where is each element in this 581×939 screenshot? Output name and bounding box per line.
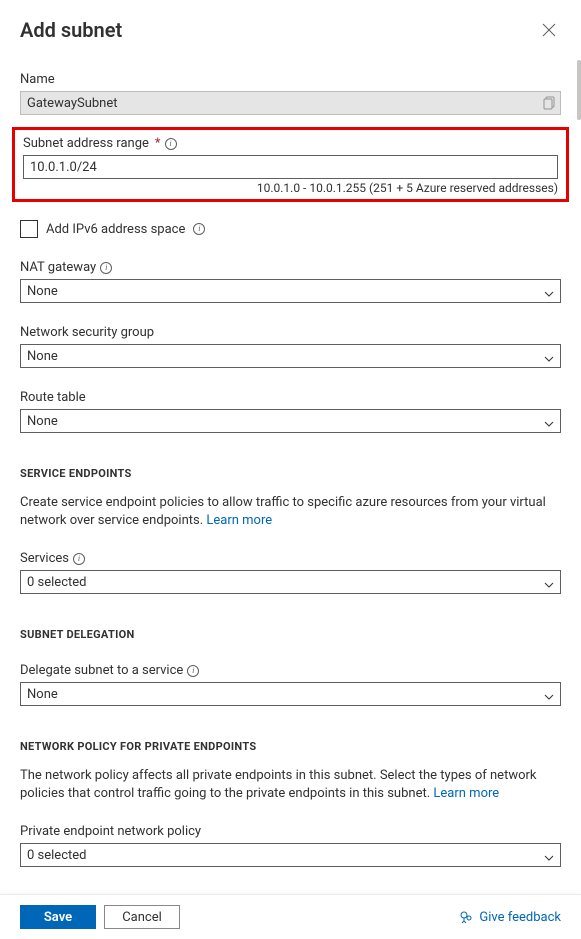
service-endpoints-title: SERVICE ENDPOINTS (20, 467, 561, 480)
chevron-down-icon (544, 850, 554, 860)
info-icon[interactable]: i (100, 262, 112, 274)
services-label: Services (20, 551, 69, 566)
services-select[interactable]: 0 selected (20, 570, 561, 594)
network-policy-description: The network policy affects all private e… (20, 767, 561, 802)
ipv6-checkbox[interactable] (20, 220, 38, 238)
chevron-down-icon (544, 689, 554, 699)
name-label: Name (20, 72, 561, 87)
route-table-label: Route table (20, 390, 561, 405)
info-icon[interactable]: i (193, 223, 205, 235)
route-table-select[interactable]: None (20, 409, 561, 433)
address-range-highlight: Subnet address range * i 10.0.1.0 - 10.0… (12, 127, 569, 202)
name-input (20, 91, 561, 115)
required-asterisk: * (155, 136, 161, 151)
info-icon[interactable]: i (73, 553, 85, 565)
address-range-label: Subnet address range (23, 136, 149, 151)
service-endpoints-text: Create service endpoint policies to allo… (20, 495, 546, 528)
save-button[interactable]: Save (20, 905, 96, 929)
learn-more-link[interactable]: Learn more (206, 513, 272, 528)
cancel-button[interactable]: Cancel (104, 905, 180, 929)
delegation-title: SUBNET DELEGATION (20, 628, 561, 641)
chevron-down-icon (544, 351, 554, 361)
services-value: 0 selected (27, 575, 86, 590)
nat-gateway-value: None (27, 284, 58, 299)
ipv6-label: Add IPv6 address space (46, 222, 185, 237)
nsg-value: None (27, 349, 58, 364)
nsg-select[interactable]: None (20, 344, 561, 368)
close-button[interactable] (537, 18, 561, 42)
address-range-input[interactable] (23, 155, 558, 179)
copy-icon[interactable] (543, 96, 555, 110)
learn-more-link[interactable]: Learn more (433, 786, 499, 801)
network-policy-title: NETWORK POLICY FOR PRIVATE ENDPOINTS (20, 740, 561, 753)
address-range-hint: 10.0.1.0 - 10.0.1.255 (251 + 5 Azure res… (23, 181, 558, 195)
info-icon[interactable]: i (187, 665, 199, 677)
chevron-down-icon (544, 286, 554, 296)
close-icon (542, 23, 556, 37)
network-policy-value: 0 selected (27, 848, 86, 863)
feedback-icon (459, 910, 473, 924)
delegation-select[interactable]: None (20, 682, 561, 706)
scrollbar-thumb[interactable] (577, 60, 581, 120)
nsg-label: Network security group (20, 325, 561, 340)
network-policy-select[interactable]: 0 selected (20, 843, 561, 867)
route-table-value: None (27, 414, 58, 429)
service-endpoints-description: Create service endpoint policies to allo… (20, 494, 561, 529)
nat-gateway-select[interactable]: None (20, 279, 561, 303)
chevron-down-icon (544, 577, 554, 587)
feedback-label: Give feedback (479, 910, 561, 925)
network-policy-label: Private endpoint network policy (20, 824, 561, 839)
content-area: Name Subnet address range * i 10.0.1.0 -… (0, 50, 581, 894)
delegation-value: None (27, 687, 58, 702)
delegation-label: Delegate subnet to a service (20, 663, 183, 678)
page-title: Add subnet (20, 18, 122, 42)
info-icon[interactable]: i (165, 138, 177, 150)
give-feedback-link[interactable]: Give feedback (459, 910, 561, 925)
nat-gateway-label: NAT gateway (20, 260, 96, 275)
chevron-down-icon (544, 416, 554, 426)
